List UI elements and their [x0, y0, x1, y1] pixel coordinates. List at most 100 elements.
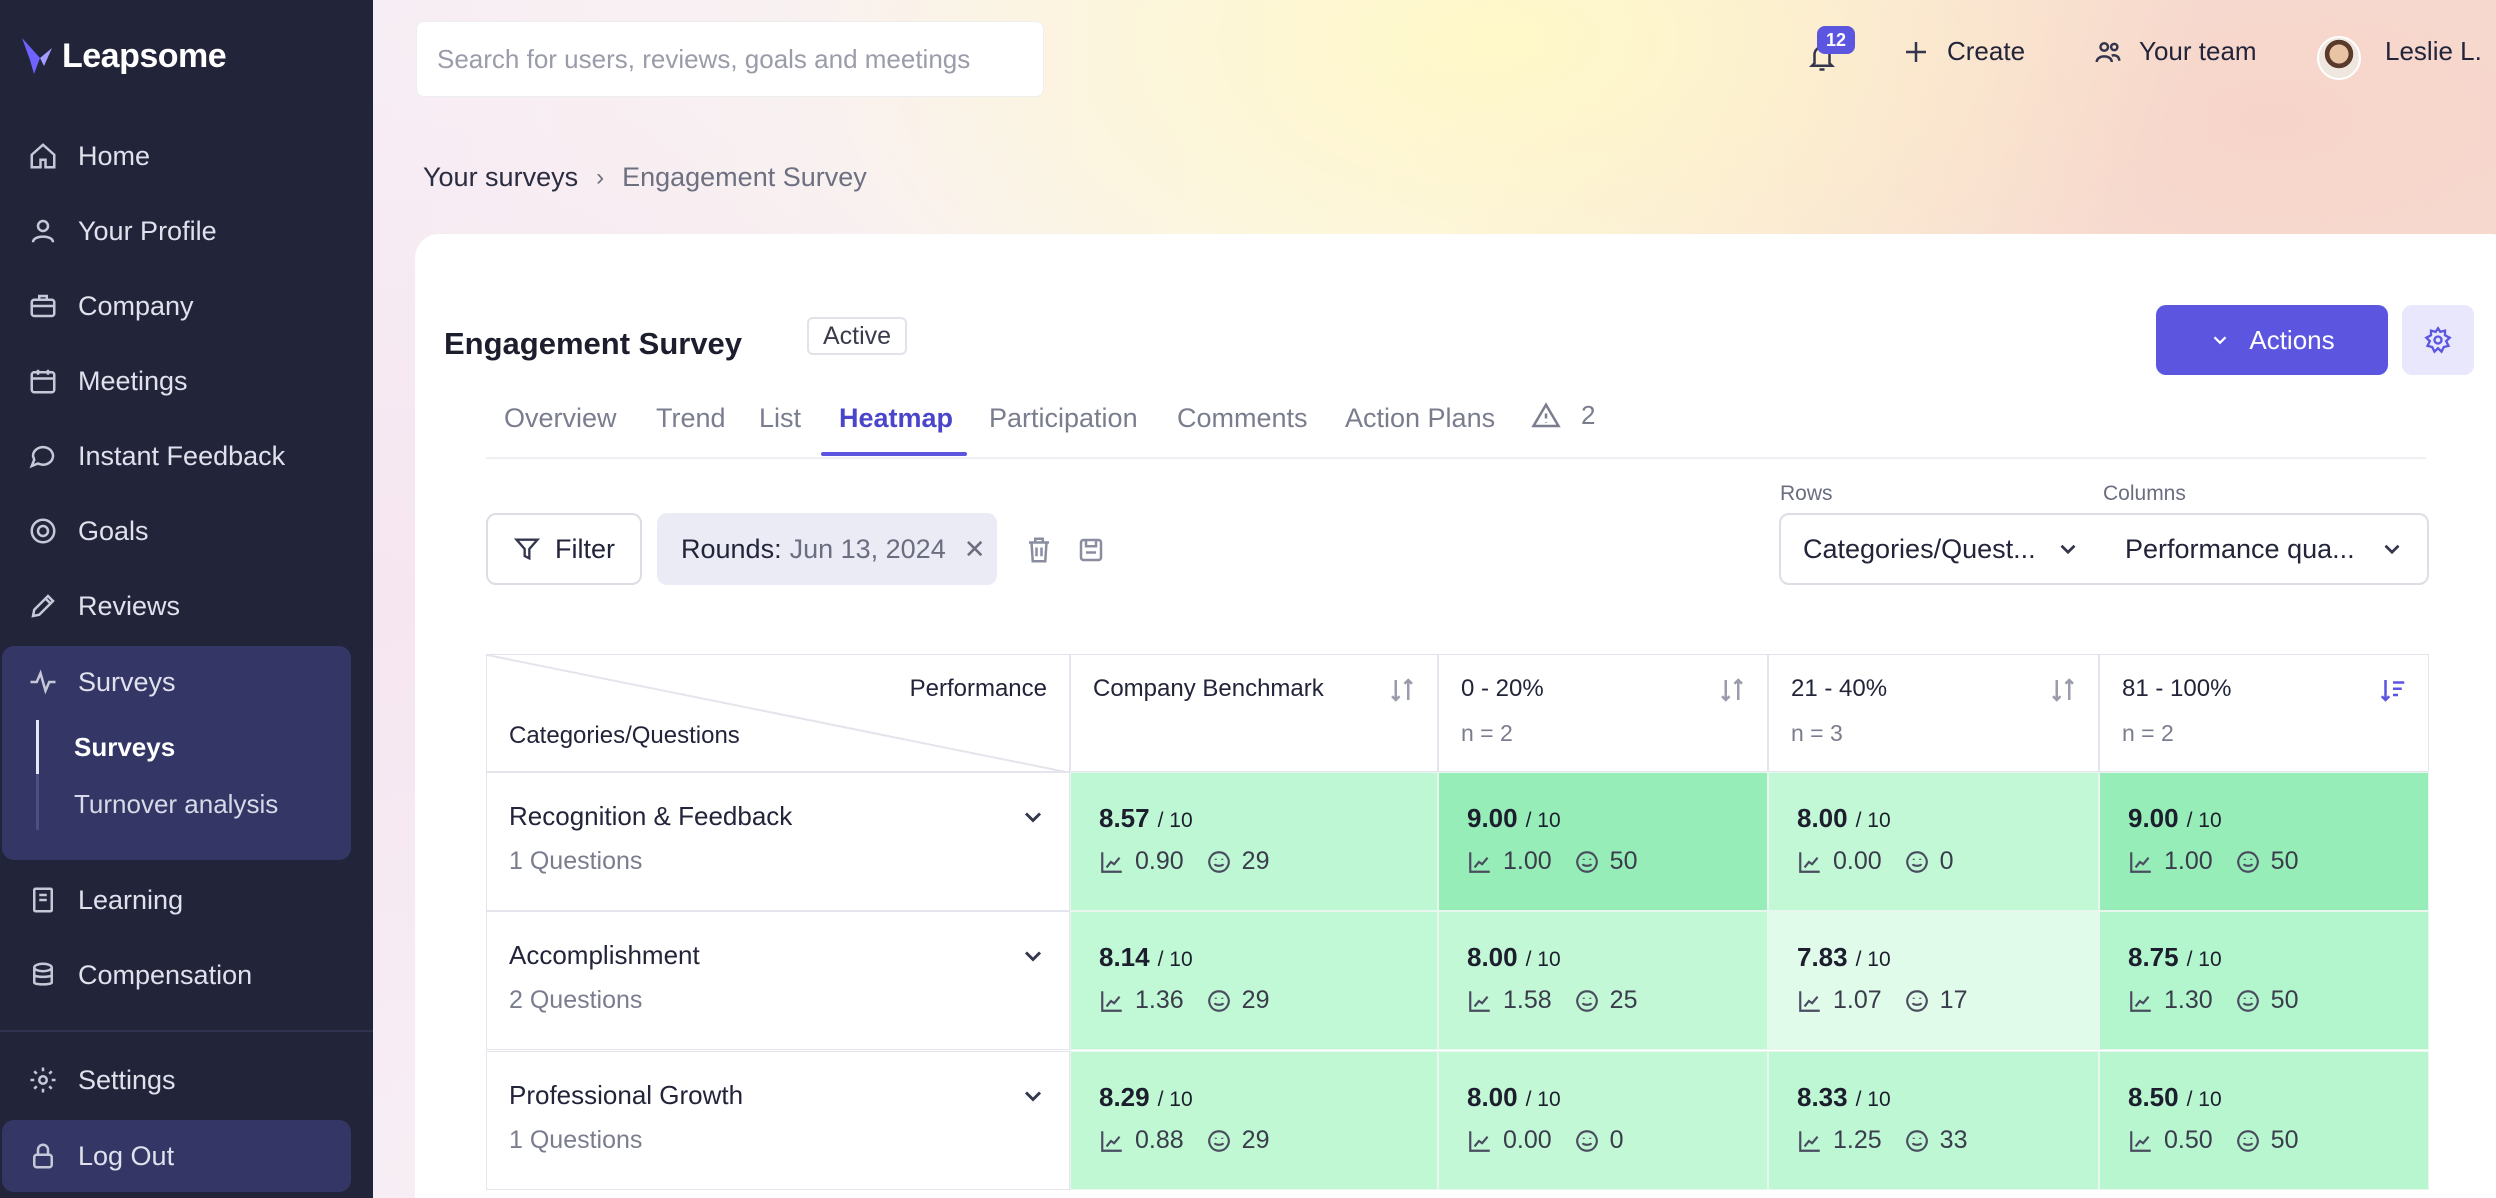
sidebar-item-learning[interactable]: Learning — [0, 868, 373, 932]
rows-label: Rows — [1780, 482, 1833, 505]
survey-settings-button[interactable] — [2402, 305, 2474, 375]
chevron-down-icon — [2060, 544, 2076, 555]
sidebar-item-home[interactable]: Home — [0, 124, 373, 188]
heatmap-cell[interactable]: 8.50 / 10 0.50 50 — [2099, 1051, 2429, 1190]
tab-overview[interactable]: Overview — [504, 403, 617, 434]
warnings-tab[interactable]: 2 — [1531, 400, 1595, 431]
heatmap-cell[interactable]: 8.00 / 10 0.00 0 — [1768, 772, 2099, 911]
sort-button[interactable] — [2378, 675, 2408, 705]
pencil-icon — [31, 594, 55, 618]
save-filter-button[interactable] — [1076, 535, 1106, 565]
corner-columns-label: Performance — [909, 675, 1047, 702]
heatmap-cell[interactable]: 8.57 / 10 0.90 29 — [1070, 772, 1438, 911]
chart-icon — [2130, 851, 2151, 873]
standard-deviation: 0.50 — [2164, 1126, 2213, 1154]
sidebar-item-surveys[interactable]: Surveys — [0, 650, 373, 714]
heatmap-cell[interactable]: 8.14 / 10 1.36 29 — [1070, 911, 1438, 1050]
filter-label: Filter — [555, 533, 615, 564]
pulse-icon — [30, 669, 56, 695]
your-team-button[interactable]: Your team — [2093, 36, 2257, 67]
sidebar-item-compensation[interactable]: Compensation — [0, 943, 373, 1007]
column-header[interactable]: 21 - 40% n = 3 — [1768, 654, 2099, 772]
delete-filter-button[interactable] — [1024, 535, 1054, 565]
cell-metrics: 1.25 33 — [1797, 1126, 1967, 1155]
calendar-icon — [30, 369, 56, 394]
tab-list[interactable]: List — [759, 403, 801, 434]
sidebar-item-your-profile[interactable]: Your Profile — [0, 199, 373, 263]
tab-participation[interactable]: Participation — [989, 403, 1138, 434]
sidebar-item-label: Log Out — [78, 1140, 175, 1171]
sidebar: Leapsome Home Your Profile Company Meeti… — [0, 0, 373, 1198]
cell-score: 8.14 / 10 — [1099, 942, 1193, 973]
standard-deviation: 0.88 — [1135, 1126, 1184, 1154]
column-header[interactable]: Company Benchmark — [1070, 654, 1438, 772]
sidebar-item-reviews[interactable]: Reviews — [0, 574, 373, 638]
sidebar-item-company[interactable]: Company — [0, 274, 373, 338]
response-rate: 0 — [1609, 1126, 1624, 1154]
leapsome-logo[interactable]: Leapsome — [20, 36, 227, 76]
heatmap-cell[interactable]: 8.00 / 10 1.58 25 — [1438, 911, 1768, 1050]
actions-button[interactable]: Actions — [2156, 305, 2388, 375]
corner-rows-label: Categories/Questions — [509, 722, 740, 749]
sidebar-item-settings[interactable]: Settings — [0, 1048, 373, 1112]
sidebar-subitem-surveys[interactable]: Surveys — [74, 732, 175, 763]
columns-label: Columns — [2103, 482, 2186, 505]
score-max: / 10 — [1855, 948, 1891, 971]
columns-select[interactable]: Performance qua... — [2103, 513, 2429, 585]
create-label: Create — [1947, 36, 2026, 66]
tab-heatmap[interactable]: Heatmap — [839, 403, 953, 434]
expand-row-button[interactable] — [1019, 803, 1047, 831]
heatmap-cell[interactable]: 8.00 / 10 0.00 0 — [1438, 1051, 1768, 1190]
expand-row-button[interactable] — [1019, 942, 1047, 970]
search-input[interactable]: Search for users, reviews, goals and mee… — [416, 21, 1044, 97]
row-header[interactable]: Professional Growth 1 Questions — [486, 1051, 1070, 1190]
cell-score: 8.57 / 10 — [1099, 803, 1193, 834]
standard-deviation: 1.00 — [1503, 847, 1552, 875]
create-button[interactable]: Create — [1901, 36, 2025, 67]
heatmap-cell[interactable]: 9.00 / 10 1.00 50 — [2099, 772, 2429, 911]
sidebar-item-label: Instant Feedback — [78, 440, 286, 471]
cell-score: 8.00 / 10 — [1467, 1082, 1561, 1113]
expand-row-button[interactable] — [1019, 1082, 1047, 1110]
chip-label: Rounds: — [681, 533, 782, 564]
row-header[interactable]: Recognition & Feedback 1 Questions — [486, 772, 1070, 911]
heatmap-cell[interactable]: 9.00 / 10 1.00 50 — [1438, 772, 1768, 911]
sidebar-item-meetings[interactable]: Meetings — [0, 349, 373, 413]
logo-icon — [22, 38, 52, 74]
response-rate: 29 — [1241, 986, 1270, 1014]
heatmap-cell[interactable]: 8.75 / 10 1.30 50 — [2099, 911, 2429, 1050]
row-header[interactable]: Accomplishment 2 Questions — [486, 911, 1070, 1050]
sort-button[interactable] — [2048, 675, 2078, 705]
column-header[interactable]: 81 - 100% n = 2 — [2099, 654, 2429, 772]
your-team-label: Your team — [2139, 36, 2257, 66]
sidebar-subitem-turnover-analysis[interactable]: Turnover analysis — [74, 789, 278, 820]
heatmap-cell[interactable]: 7.83 / 10 1.07 17 — [1768, 911, 2099, 1050]
sort-button[interactable] — [1717, 675, 1747, 705]
score-value: 8.00 — [1467, 942, 1518, 972]
breadcrumb-your-surveys[interactable]: Your surveys — [423, 162, 578, 193]
column-header[interactable]: 0 - 20% n = 2 — [1438, 654, 1768, 772]
response-rate: 50 — [1609, 847, 1638, 875]
heatmap-cell[interactable]: 8.33 / 10 1.25 33 — [1768, 1051, 2099, 1190]
filter-button[interactable]: Filter — [486, 513, 642, 585]
user-name[interactable]: Leslie L. — [2385, 36, 2482, 67]
sidebar-item-goals[interactable]: Goals — [0, 499, 373, 563]
avatar[interactable] — [2317, 36, 2361, 80]
sort-button[interactable] — [1387, 675, 1417, 705]
cell-metrics: 1.00 50 — [2128, 847, 2298, 876]
tab-comments[interactable]: Comments — [1177, 403, 1308, 434]
sidebar-item-label: Surveys — [78, 666, 176, 697]
response-rate: 29 — [1241, 1126, 1270, 1154]
tab-trend[interactable]: Trend — [656, 403, 726, 434]
tab-action-plans[interactable]: Action Plans — [1345, 403, 1495, 434]
heatmap-cell[interactable]: 8.29 / 10 0.88 29 — [1070, 1051, 1438, 1190]
close-icon[interactable]: ✕ — [964, 534, 986, 565]
smiley-icon — [1905, 989, 1928, 1012]
rounds-filter-chip[interactable]: Rounds: Jun 13, 2024 ✕ — [657, 513, 997, 585]
rows-select[interactable]: Categories/Quest... — [1779, 513, 2105, 585]
sidebar-item-instant-feedback[interactable]: Instant Feedback — [0, 424, 373, 488]
score-value: 8.14 — [1099, 942, 1150, 972]
response-rate: 17 — [1939, 986, 1968, 1014]
sidebar-item-log-out[interactable]: Log Out — [0, 1124, 373, 1188]
sub-nav-active-line — [36, 720, 39, 774]
